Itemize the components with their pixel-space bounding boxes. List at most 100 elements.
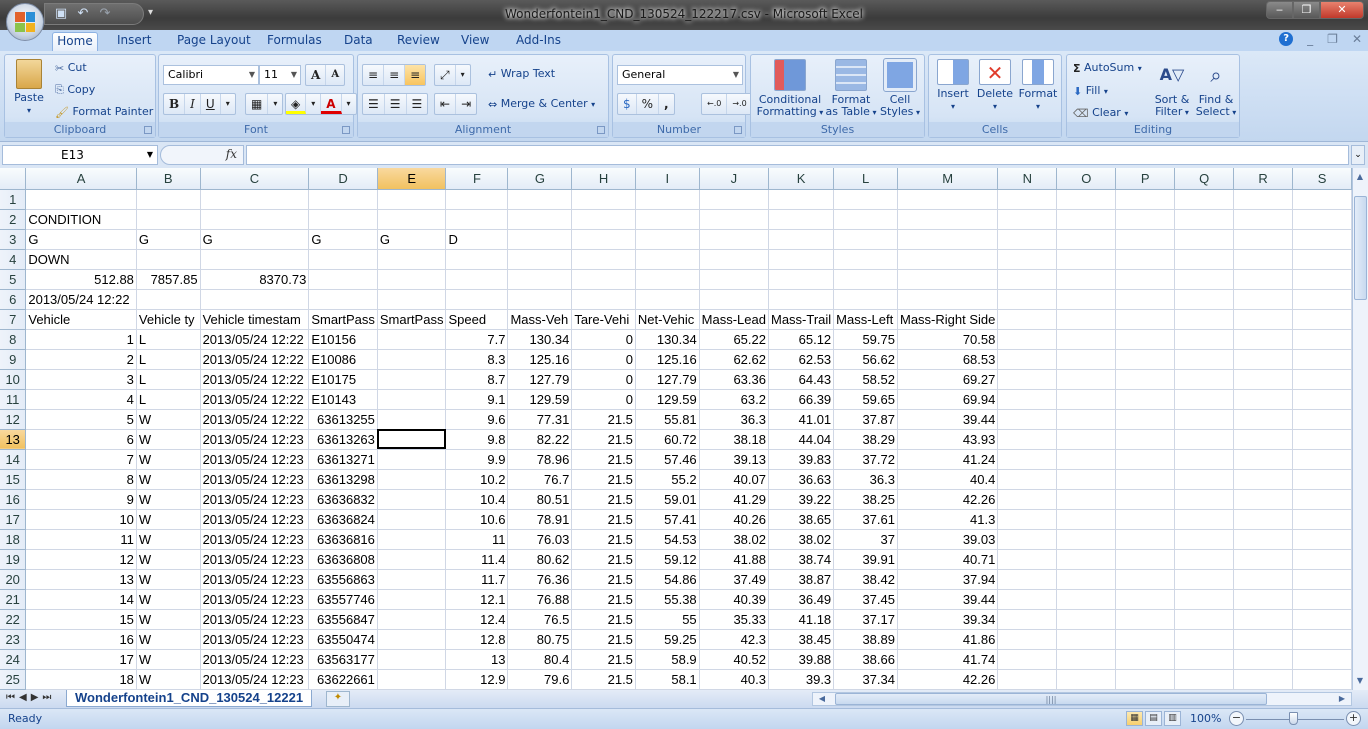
cell-b6[interactable] (136, 289, 201, 310)
cell-g4[interactable] (507, 249, 573, 270)
row-header[interactable]: 13 (0, 429, 27, 450)
insert-cells-button[interactable]: Insert ▾ (933, 59, 973, 113)
cell-n12[interactable] (997, 409, 1058, 430)
cell-s21[interactable] (1292, 589, 1352, 610)
cell-d3[interactable]: G (308, 229, 378, 250)
cell-m25[interactable]: 42.26 (897, 669, 999, 690)
cell-n7[interactable] (997, 309, 1058, 330)
cell-i8[interactable]: 130.34 (635, 329, 700, 350)
cell-b9[interactable]: L (136, 349, 201, 370)
cell-i15[interactable]: 55.2 (635, 469, 700, 490)
column-header-d[interactable]: D (308, 168, 378, 190)
cell-k4[interactable] (768, 249, 835, 270)
cell-j6[interactable] (699, 289, 769, 310)
cell-j20[interactable]: 37.49 (699, 569, 769, 590)
cell-i19[interactable]: 59.12 (635, 549, 700, 570)
cell-m10[interactable]: 69.27 (897, 369, 999, 390)
cell-r10[interactable] (1233, 369, 1294, 390)
column-header-p[interactable]: P (1115, 168, 1176, 190)
cell-f22[interactable]: 12.4 (445, 609, 509, 630)
cell-c20[interactable]: 2013/05/24 12:23 (200, 569, 310, 590)
cell-r12[interactable] (1233, 409, 1294, 430)
column-header-g[interactable]: G (507, 168, 573, 190)
cell-c3[interactable]: G (200, 229, 310, 250)
cell-i17[interactable]: 57.41 (635, 509, 700, 530)
cell-s20[interactable] (1292, 569, 1352, 590)
column-header-e[interactable]: E (377, 168, 447, 190)
cell-g15[interactable]: 76.7 (507, 469, 573, 490)
decrease-indent-icon[interactable]: ⇤ (435, 94, 457, 114)
cell-s22[interactable] (1292, 609, 1352, 630)
cell-l23[interactable]: 38.89 (833, 629, 898, 650)
cell-m22[interactable]: 39.34 (897, 609, 999, 630)
chevron-down-icon[interactable]: ▾ (342, 94, 356, 114)
cell-f12[interactable]: 9.6 (445, 409, 509, 430)
cell-i3[interactable] (635, 229, 700, 250)
cell-h21[interactable]: 21.5 (571, 589, 636, 610)
cell-k14[interactable]: 39.83 (768, 449, 835, 470)
cell-s16[interactable] (1292, 489, 1352, 510)
cell-q2[interactable] (1174, 209, 1235, 230)
cell-h1[interactable] (571, 189, 636, 210)
cell-d7[interactable]: SmartPass (308, 309, 378, 330)
cell-f3[interactable]: D (445, 229, 509, 250)
cell-d13[interactable]: 63613263 (308, 429, 378, 450)
cell-e12[interactable] (377, 409, 447, 430)
cell-o14[interactable] (1056, 449, 1117, 470)
underline-button[interactable]: U (201, 94, 221, 114)
cell-e16[interactable] (377, 489, 447, 510)
cell-i9[interactable]: 125.16 (635, 349, 700, 370)
cell-c7[interactable]: Vehicle timestam (200, 309, 310, 330)
cell-q14[interactable] (1174, 449, 1235, 470)
restore-button[interactable]: ❐ (1293, 1, 1320, 19)
cell-e21[interactable] (377, 589, 447, 610)
cell-h3[interactable] (571, 229, 636, 250)
cell-m19[interactable]: 40.71 (897, 549, 999, 570)
row-header[interactable]: 3 (0, 229, 27, 250)
cell-l17[interactable]: 37.61 (833, 509, 898, 530)
cell-a14[interactable]: 7 (25, 449, 137, 470)
cell-i2[interactable] (635, 209, 700, 230)
tab-page-layout[interactable]: Page Layout (173, 32, 255, 51)
cell-q15[interactable] (1174, 469, 1235, 490)
cell-l16[interactable]: 38.25 (833, 489, 898, 510)
cell-c9[interactable]: 2013/05/24 12:22 (200, 349, 310, 370)
cell-b7[interactable]: Vehicle ty (136, 309, 201, 330)
cell-l5[interactable] (833, 269, 898, 290)
cell-j2[interactable] (699, 209, 769, 230)
cell-h6[interactable] (571, 289, 636, 310)
column-header-r[interactable]: R (1233, 168, 1294, 190)
cell-b20[interactable]: W (136, 569, 201, 590)
cell-i1[interactable] (635, 189, 700, 210)
cell-l24[interactable]: 38.66 (833, 649, 898, 670)
cell-l7[interactable]: Mass-Left (833, 309, 898, 330)
zoom-in-button[interactable]: + (1346, 711, 1361, 726)
cell-r16[interactable] (1233, 489, 1294, 510)
cell-k11[interactable]: 66.39 (768, 389, 835, 410)
cell-a16[interactable]: 9 (25, 489, 137, 510)
wrap-text-button[interactable]: ↵ Wrap Text (488, 67, 555, 81)
cell-c18[interactable]: 2013/05/24 12:23 (200, 529, 310, 550)
cell-f21[interactable]: 12.1 (445, 589, 509, 610)
cell-l15[interactable]: 36.3 (833, 469, 898, 490)
cell-c11[interactable]: 2013/05/24 12:22 (200, 389, 310, 410)
cell-k2[interactable] (768, 209, 835, 230)
cell-j23[interactable]: 42.3 (699, 629, 769, 650)
cell-i12[interactable]: 55.81 (635, 409, 700, 430)
column-header-c[interactable]: C (200, 168, 310, 190)
cell-d24[interactable]: 63563177 (308, 649, 378, 670)
find-select-button[interactable]: ⌕ Find & Select ▾ (1195, 59, 1237, 119)
row-header[interactable]: 15 (0, 469, 27, 490)
cell-f25[interactable]: 12.9 (445, 669, 509, 690)
cell-p19[interactable] (1115, 549, 1176, 570)
cell-c24[interactable]: 2013/05/24 12:23 (200, 649, 310, 670)
cell-d2[interactable] (308, 209, 378, 230)
cell-q4[interactable] (1174, 249, 1235, 270)
cell-j1[interactable] (699, 189, 769, 210)
cell-e24[interactable] (377, 649, 447, 670)
cell-n8[interactable] (997, 329, 1058, 350)
cell-s5[interactable] (1292, 269, 1352, 290)
cell-j8[interactable]: 65.22 (699, 329, 769, 350)
cell-h4[interactable] (571, 249, 636, 270)
row-header[interactable]: 21 (0, 589, 27, 610)
